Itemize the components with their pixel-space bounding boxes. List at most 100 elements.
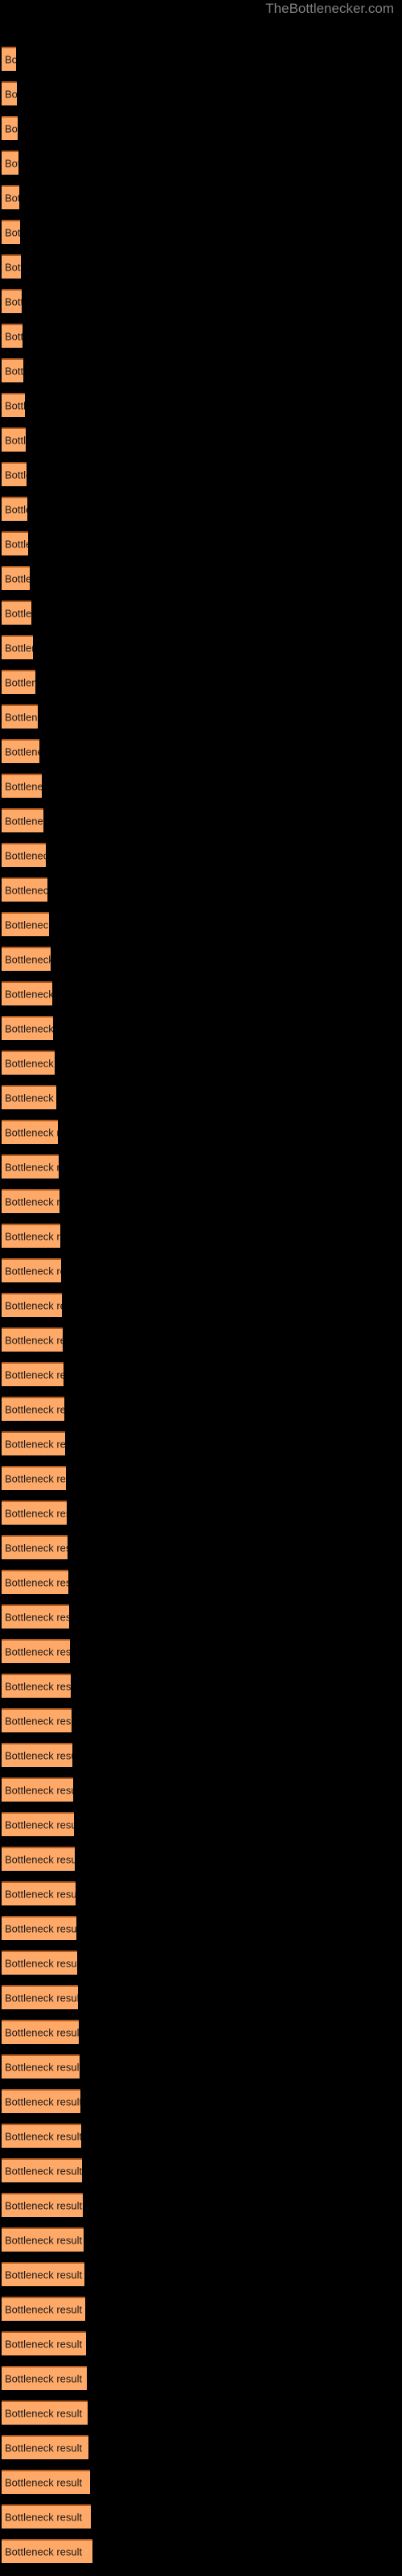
bar: Bottleneck result: [2, 2470, 90, 2494]
bar-label: Bottleneck result: [5, 676, 35, 689]
bar-label: Bottleneck result: [5, 1922, 76, 1935]
bar: Bottleneck result: [2, 151, 18, 175]
bar-label: Bottleneck result: [5, 1992, 78, 2004]
bar-label: Bottleneck result: [5, 226, 20, 239]
bar: Bottleneck result: [2, 877, 47, 902]
bar: Bottleneck result: [2, 808, 43, 832]
bar: Bottleneck result: [2, 2297, 85, 2321]
bar-label: Bottleneck result: [5, 1195, 59, 1208]
bar-label: Bottleneck result: [5, 330, 23, 343]
bar-label: Bottleneck result: [5, 122, 18, 135]
bar-label: Bottleneck result: [5, 88, 17, 101]
bar-label: Bottleneck result: [5, 1611, 69, 1624]
bar: Bottleneck result: [2, 1881, 76, 1905]
bar: Bottleneck result: [2, 670, 35, 694]
bar: Bottleneck result: [2, 2020, 79, 2044]
bar: Bottleneck result: [2, 843, 46, 867]
bar: Bottleneck result: [2, 1224, 60, 1248]
bar-label: Bottleneck result: [5, 1472, 66, 1485]
bar-label: Bottleneck result: [5, 1161, 59, 1174]
bar: Bottleneck result: [2, 2366, 87, 2390]
bar-label: Bottleneck result: [5, 572, 30, 585]
bar-label: Bottleneck result: [5, 1818, 74, 1831]
bar: Bottleneck result: [2, 497, 27, 521]
bar: Bottleneck result: [2, 774, 42, 798]
bar: Bottleneck result: [2, 1570, 68, 1594]
bar-label: Bottleneck result: [5, 1957, 77, 1970]
bar: Bottleneck result: [2, 2193, 83, 2217]
bar-label: Bottleneck result: [5, 1230, 60, 1243]
bar-label: Bottleneck result: [5, 261, 21, 274]
bar-label: Bottleneck result: [5, 2130, 81, 2143]
bar-label: Bottleneck result: [5, 2026, 79, 2039]
bar-label: Bottleneck result: [5, 1299, 62, 1312]
bar: Bottleneck result: [2, 254, 21, 279]
bar: Bottleneck result: [2, 1258, 61, 1282]
bar-label: Bottleneck result: [5, 2442, 83, 2454]
bar: Bottleneck result: [2, 1085, 56, 1109]
bar: Bottleneck result: [2, 2227, 84, 2252]
bar: Bottleneck result: [2, 289, 22, 313]
bar-label: Bottleneck result: [5, 1126, 58, 1139]
bar-label: Bottleneck result: [5, 988, 52, 1001]
bar: Bottleneck result: [2, 2262, 84, 2286]
bar: Bottleneck result: [2, 2089, 80, 2113]
bar: Bottleneck result: [2, 601, 31, 625]
bar-label: Bottleneck result: [5, 607, 31, 620]
bar-label: Bottleneck result: [5, 2234, 83, 2247]
bar: Bottleneck result: [2, 1708, 72, 1732]
bar-label: Bottleneck result: [5, 953, 51, 966]
bar: Bottleneck result: [2, 1674, 71, 1698]
bar: Bottleneck result: [2, 1604, 69, 1629]
bar: Bottleneck result: [2, 2124, 81, 2148]
bar: Bottleneck result: [2, 1743, 72, 1767]
bar-label: Bottleneck result: [5, 884, 47, 897]
bar-label: Bottleneck result: [5, 469, 27, 481]
bar: Bottleneck result: [2, 912, 49, 936]
bar: Bottleneck result: [2, 1847, 75, 1871]
bar-label: Bottleneck result: [5, 2338, 83, 2351]
bar: Bottleneck result: [2, 1051, 55, 1075]
bar-label: Bottleneck result: [5, 538, 28, 551]
bar: Bottleneck result: [2, 2504, 91, 2529]
bar: Bottleneck result: [2, 1154, 59, 1179]
bar-label: Bottleneck result: [5, 503, 27, 516]
bar-label: Bottleneck result: [5, 157, 18, 170]
bar-label: Bottleneck result: [5, 2165, 82, 2178]
bar: Bottleneck result: [2, 324, 23, 348]
bar: Bottleneck result: [2, 81, 17, 105]
bar: Bottleneck result: [2, 47, 16, 71]
bar-label: Bottleneck result: [5, 2303, 83, 2316]
bar-label: Bottleneck result: [5, 434, 26, 447]
bar: Bottleneck result: [2, 2401, 88, 2425]
bar: Bottleneck result: [2, 1293, 62, 1317]
bar-label: Bottleneck result: [5, 1542, 68, 1554]
bar: Bottleneck result: [2, 1120, 58, 1144]
bar-label: Bottleneck result: [5, 2372, 83, 2385]
bar-label: Bottleneck result: [5, 295, 22, 308]
bar: Bottleneck result: [2, 462, 27, 486]
bar-label: Bottleneck result: [5, 1680, 71, 1693]
bar-label: Bottleneck result: [5, 2095, 80, 2108]
bar-label: Bottleneck result: [5, 399, 25, 412]
bar: Bottleneck result: [2, 704, 38, 729]
bar-label: Bottleneck result: [5, 1784, 73, 1797]
bar: Bottleneck result: [2, 1985, 78, 2009]
bar: Bottleneck result: [2, 2054, 80, 2079]
bar: Bottleneck result: [2, 1466, 66, 1490]
bar: Bottleneck result: [2, 1951, 77, 1975]
bar-label: Bottleneck result: [5, 1645, 70, 1658]
bar-label: Bottleneck result: [5, 919, 49, 931]
bar-label: Bottleneck result: [5, 2476, 83, 2489]
bar-label: Bottleneck result: [5, 2199, 83, 2212]
bar: Bottleneck result: [2, 531, 28, 555]
bar: Bottleneck result: [2, 1916, 76, 1940]
bar: Bottleneck result: [2, 1535, 68, 1559]
bar-label: Bottleneck result: [5, 2268, 83, 2281]
bar-label: Bottleneck result: [5, 1057, 55, 1070]
bar: Bottleneck result: [2, 2435, 88, 2459]
bar-label: Bottleneck result: [5, 365, 23, 378]
bar: Bottleneck result: [2, 116, 18, 140]
bar-label: Bottleneck result: [5, 1438, 65, 1451]
bar-label: Bottleneck result: [5, 1265, 61, 1278]
